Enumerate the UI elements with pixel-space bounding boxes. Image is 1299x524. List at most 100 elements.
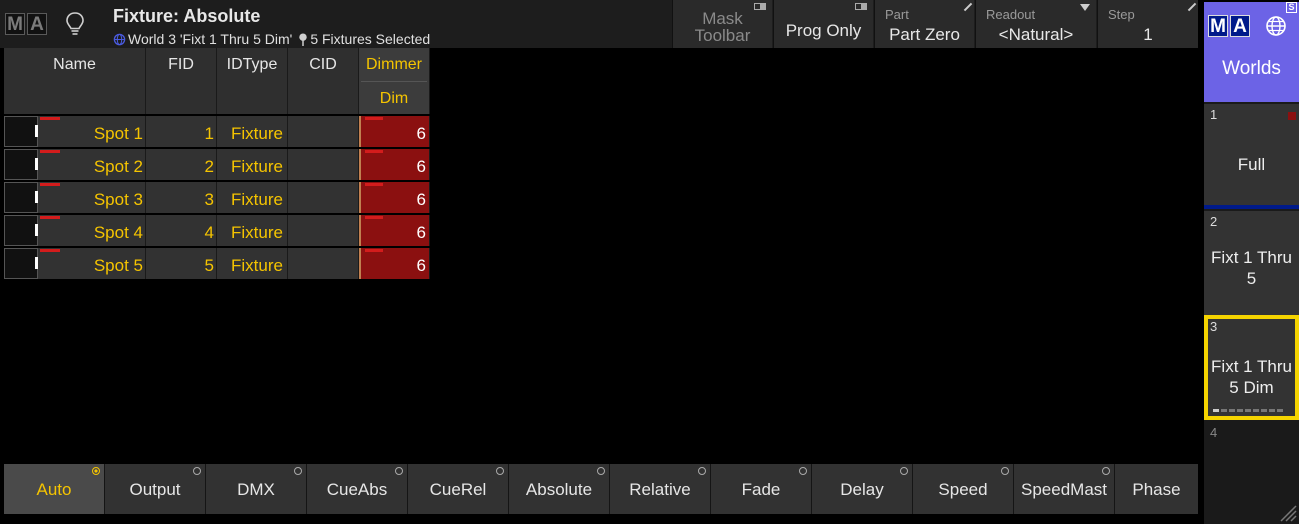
resize-grip-icon[interactable]: [1277, 502, 1297, 522]
tab-dmx[interactable]: DMX: [206, 464, 307, 514]
mask-toolbar-button[interactable]: Mask Toolbar: [672, 0, 772, 48]
tab-label: Delay: [840, 480, 884, 499]
step-value: 1: [1143, 25, 1153, 44]
idtype-cell[interactable]: Fixture: [217, 116, 288, 147]
ma-logo[interactable]: M A: [5, 13, 47, 35]
tab-delay[interactable]: Delay: [812, 464, 913, 514]
fixture-id: 5: [204, 256, 214, 275]
indicator-dot-icon: [496, 467, 504, 475]
fixture-id: 1: [204, 124, 214, 143]
part-value: Part Zero: [889, 25, 960, 44]
fid-cell[interactable]: 2: [146, 149, 217, 180]
dimmer-value-cell[interactable]: 6: [359, 149, 430, 180]
idtype-cell[interactable]: Fixture: [217, 182, 288, 213]
idtype-cell[interactable]: Fixture: [217, 215, 288, 246]
selection-cell[interactable]: [4, 248, 38, 279]
globe-icon: [1266, 16, 1286, 36]
cid-cell[interactable]: [288, 182, 359, 213]
fixture-id: 2: [204, 157, 214, 176]
dimmer-value-cell[interactable]: 6: [359, 116, 430, 147]
cid-cell[interactable]: [288, 248, 359, 279]
selection-count-label: 5 Fixtures Selected: [310, 31, 431, 47]
fixture-idtype: Fixture: [231, 190, 283, 209]
prog-only-button[interactable]: Prog Only: [773, 0, 873, 48]
dimmer-value-cell[interactable]: 6: [359, 215, 430, 246]
tab-fade[interactable]: Fade: [711, 464, 812, 514]
name-cell[interactable]: Spot 3: [38, 182, 146, 213]
name-cell[interactable]: Spot 2: [38, 149, 146, 180]
part-label: Part: [885, 7, 909, 22]
fixture-idtype: Fixture: [231, 256, 283, 275]
name-cell[interactable]: Spot 4: [38, 215, 146, 246]
column-header-dimmer[interactable]: Dimmer Dim: [359, 48, 430, 114]
header-divider: [361, 81, 427, 82]
cid-cell[interactable]: [288, 116, 359, 147]
column-header-cid[interactable]: CID: [288, 48, 359, 114]
tab-output[interactable]: Output: [105, 464, 206, 514]
selection-cell[interactable]: [4, 215, 38, 246]
worlds-pool-header[interactable]: M A S Worlds: [1204, 2, 1299, 102]
edit-icon: [1187, 2, 1197, 12]
programmer-indicator: [40, 117, 60, 120]
fixture-id: 4: [204, 223, 214, 242]
ma-logo-letter: M: [1208, 15, 1228, 37]
tab-relative[interactable]: Relative: [610, 464, 711, 514]
fixture-name: Spot 4: [93, 223, 143, 242]
settings-badge[interactable]: S: [1286, 2, 1297, 13]
programmer-indicator: [365, 183, 383, 186]
pin-icon: [299, 32, 308, 46]
dimmer-value-cell[interactable]: 6: [359, 248, 430, 279]
indicator-dot-icon: [395, 467, 403, 475]
tab-label: Speed: [938, 480, 988, 499]
tab-label: Auto: [36, 480, 72, 499]
name-cell[interactable]: Spot 5: [38, 248, 146, 279]
readout-dropdown[interactable]: Readout <Natural>: [975, 0, 1096, 48]
tab-speed[interactable]: Speed: [913, 464, 1014, 514]
indicator-dot-icon: [900, 467, 908, 475]
dimmer-header-label: Dimmer: [366, 56, 422, 73]
step-button[interactable]: Step 1: [1097, 0, 1198, 48]
lock-icon: [1288, 112, 1296, 120]
ma-logo-letter: A: [1230, 15, 1250, 37]
step-label: Step: [1108, 7, 1135, 22]
selection-cell[interactable]: [4, 116, 38, 147]
worlds-pool: M A S Worlds 1 Full 2 Fixt 1 Thru 5 3 Fi…: [1204, 2, 1299, 524]
tab-cueabs[interactable]: CueAbs: [307, 464, 408, 514]
part-button[interactable]: Part Part Zero: [874, 0, 974, 48]
fid-cell[interactable]: 5: [146, 248, 217, 279]
tab-cuerel[interactable]: CueRel: [408, 464, 509, 514]
world-tile[interactable]: 1 Full: [1204, 104, 1299, 209]
lightbulb-icon[interactable]: [64, 11, 86, 37]
tab-label: Absolute: [525, 480, 593, 499]
world-tile-selected[interactable]: 3 Fixt 1 Thru 5 Dim: [1204, 315, 1299, 420]
column-header-idtype[interactable]: IDType: [217, 48, 288, 114]
selection-cell[interactable]: [4, 182, 38, 213]
name-cell[interactable]: Spot 1: [38, 116, 146, 147]
title-bar: M A Fixture: Absolute World 3 'Fixt 1 Th…: [0, 0, 1198, 48]
cid-cell[interactable]: [288, 149, 359, 180]
worlds-title: Worlds: [1222, 58, 1281, 79]
cid-cell[interactable]: [288, 215, 359, 246]
selection-cell[interactable]: [4, 149, 38, 180]
tab-phase[interactable]: Phase: [1115, 464, 1198, 514]
fid-cell[interactable]: 4: [146, 215, 217, 246]
fixture-id: 3: [204, 190, 214, 209]
tab-speedmast[interactable]: SpeedMast: [1014, 464, 1115, 514]
tab-auto[interactable]: Auto: [4, 464, 105, 514]
tab-absolute[interactable]: Absolute: [509, 464, 610, 514]
fixture-sheet-window: M A Fixture: Absolute World 3 'Fixt 1 Th…: [0, 0, 1198, 524]
current-world-label: World 3 'Fixt 1 Thru 5 Dim': [128, 31, 293, 47]
dimmer-value: 6: [416, 256, 426, 275]
column-header-fid[interactable]: FID: [146, 48, 217, 114]
column-header-name[interactable]: Name: [4, 48, 146, 114]
dimmer-value-cell[interactable]: 6: [359, 182, 430, 213]
dimmer-value: 6: [416, 124, 426, 143]
world-tile[interactable]: 2 Fixt 1 Thru 5: [1204, 211, 1299, 315]
toggle-indicator-icon: [855, 3, 867, 10]
idtype-cell[interactable]: Fixture: [217, 248, 288, 279]
programmer-indicator: [40, 216, 60, 219]
idtype-cell[interactable]: Fixture: [217, 149, 288, 180]
world-label: Fixt 1 Thru 5 Dim: [1211, 357, 1292, 397]
fid-cell[interactable]: 1: [146, 116, 217, 147]
fid-cell[interactable]: 3: [146, 182, 217, 213]
